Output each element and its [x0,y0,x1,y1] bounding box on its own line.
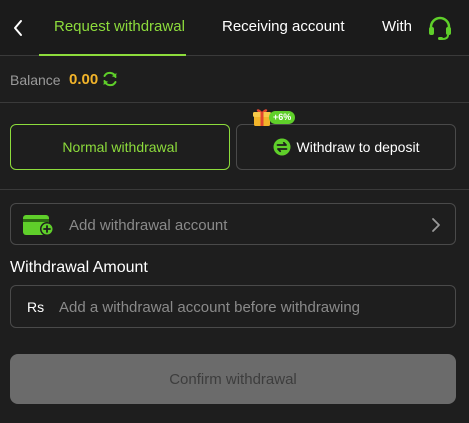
refresh-icon [103,71,117,87]
balance-row: Balance 0.00 [0,57,469,103]
section-divider [0,189,469,190]
tab-receiving-account[interactable]: Receiving account [222,18,345,35]
add-withdrawal-account-button[interactable]: Add withdrawal account [10,203,456,245]
top-nav: Request withdrawal Receiving account Wit… [0,0,469,56]
balance-label: Balance [10,72,61,88]
withdrawal-amount-input[interactable] [59,287,449,327]
confirm-withdrawal-button[interactable]: Confirm withdrawal [10,354,456,404]
bonus-badge: +6% [252,108,296,126]
swap-icon [273,138,291,156]
add-account-label: Add withdrawal account [69,217,228,234]
confirm-withdrawal-label: Confirm withdrawal [169,370,297,388]
back-button[interactable] [8,16,28,40]
withdrawal-amount-field: Rs [10,285,456,328]
currency-symbol: Rs [27,299,45,315]
normal-withdrawal-label: Normal withdrawal [62,139,178,155]
withdraw-to-deposit-button[interactable]: Withdraw to deposit [236,124,456,170]
support-button[interactable] [424,12,456,44]
headset-icon [429,16,451,40]
refresh-button[interactable] [101,70,119,88]
withdrawal-amount-label: Withdrawal Amount [10,259,148,276]
bonus-percent: +6% [269,110,296,124]
chevron-right-icon [431,217,441,238]
chevron-left-icon [14,20,22,36]
normal-withdrawal-button[interactable]: Normal withdrawal [10,124,230,170]
tab-withdrawal-record[interactable]: With [382,18,416,35]
active-tab-indicator [39,54,186,56]
tab-request-withdrawal[interactable]: Request withdrawal [54,18,185,35]
balance-value: 0.00 [69,71,99,88]
withdraw-to-deposit-label: Withdraw to deposit [296,139,420,155]
wallet-add-icon [23,213,55,242]
